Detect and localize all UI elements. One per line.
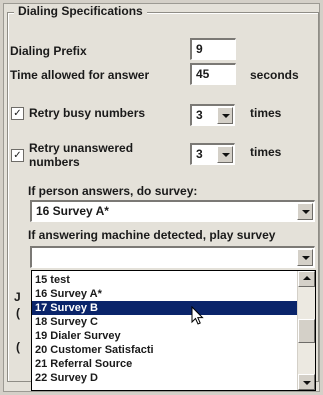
chevron-down-icon[interactable] <box>217 107 233 124</box>
hidden-edge-letter: ( <box>16 306 20 320</box>
chevron-down-icon[interactable] <box>297 203 313 220</box>
retry-unanswered-unit: times <box>250 145 282 159</box>
list-item[interactable]: 15 test <box>32 273 297 287</box>
list-item[interactable]: 21 Referral Source <box>32 357 297 371</box>
retry-unanswered-label-1: Retry unanswered <box>29 141 134 155</box>
chevron-down-icon[interactable] <box>297 249 313 266</box>
dialing-prefix-input[interactable]: 9 <box>190 38 236 60</box>
seconds-unit-label: seconds <box>250 68 299 82</box>
group-title: Dialing Specifications <box>14 4 147 18</box>
mouse-pointer-icon <box>191 306 204 325</box>
retry-busy-label: Retry busy numbers <box>29 106 146 120</box>
scroll-thumb[interactable] <box>298 319 315 343</box>
machine-detected-dropdown-list[interactable]: 15 test 16 Survey A* 17 Survey B 18 Surv… <box>31 270 316 391</box>
list-item[interactable]: 20 Customer Satisfacti <box>32 343 297 357</box>
retry-busy-value: 3 <box>196 108 203 122</box>
retry-unanswered-checkbox[interactable]: ✓ <box>11 149 24 162</box>
person-answers-select[interactable]: 16 Survey A* <box>30 200 315 222</box>
chevron-down-icon[interactable] <box>217 146 233 163</box>
dialing-prefix-label: Dialing Prefix <box>10 44 87 58</box>
hidden-edge-letter: J <box>14 290 21 304</box>
person-answers-value: 16 Survey A* <box>36 204 109 218</box>
retry-busy-checkbox[interactable]: ✓ <box>11 107 24 120</box>
list-item-selected[interactable]: 17 Survey B <box>32 301 297 315</box>
list-scrollbar[interactable] <box>297 271 315 390</box>
list-item[interactable]: 18 Survey C <box>32 315 297 329</box>
person-answers-label: If person answers, do survey: <box>28 184 198 198</box>
machine-detected-label: If answering machine detected, play surv… <box>28 228 276 242</box>
retry-busy-select[interactable]: 3 <box>190 104 235 126</box>
retry-unanswered-select[interactable]: 3 <box>190 143 235 165</box>
list-item[interactable]: 16 Survey A* <box>32 287 297 301</box>
list-item[interactable]: 22 Survey D <box>32 371 297 385</box>
scroll-down-icon[interactable] <box>298 374 315 390</box>
hidden-edge-letter: ( <box>16 340 20 354</box>
retry-busy-unit: times <box>250 106 282 120</box>
scroll-up-icon[interactable] <box>298 271 315 287</box>
answer-time-input[interactable]: 45 <box>190 63 236 85</box>
machine-detected-select[interactable] <box>30 246 315 268</box>
retry-unanswered-value: 3 <box>196 147 203 161</box>
list-item[interactable]: 19 Dialer Survey <box>32 329 297 343</box>
retry-unanswered-label-2: numbers <box>29 155 80 169</box>
answer-time-label: Time allowed for answer <box>10 68 150 82</box>
